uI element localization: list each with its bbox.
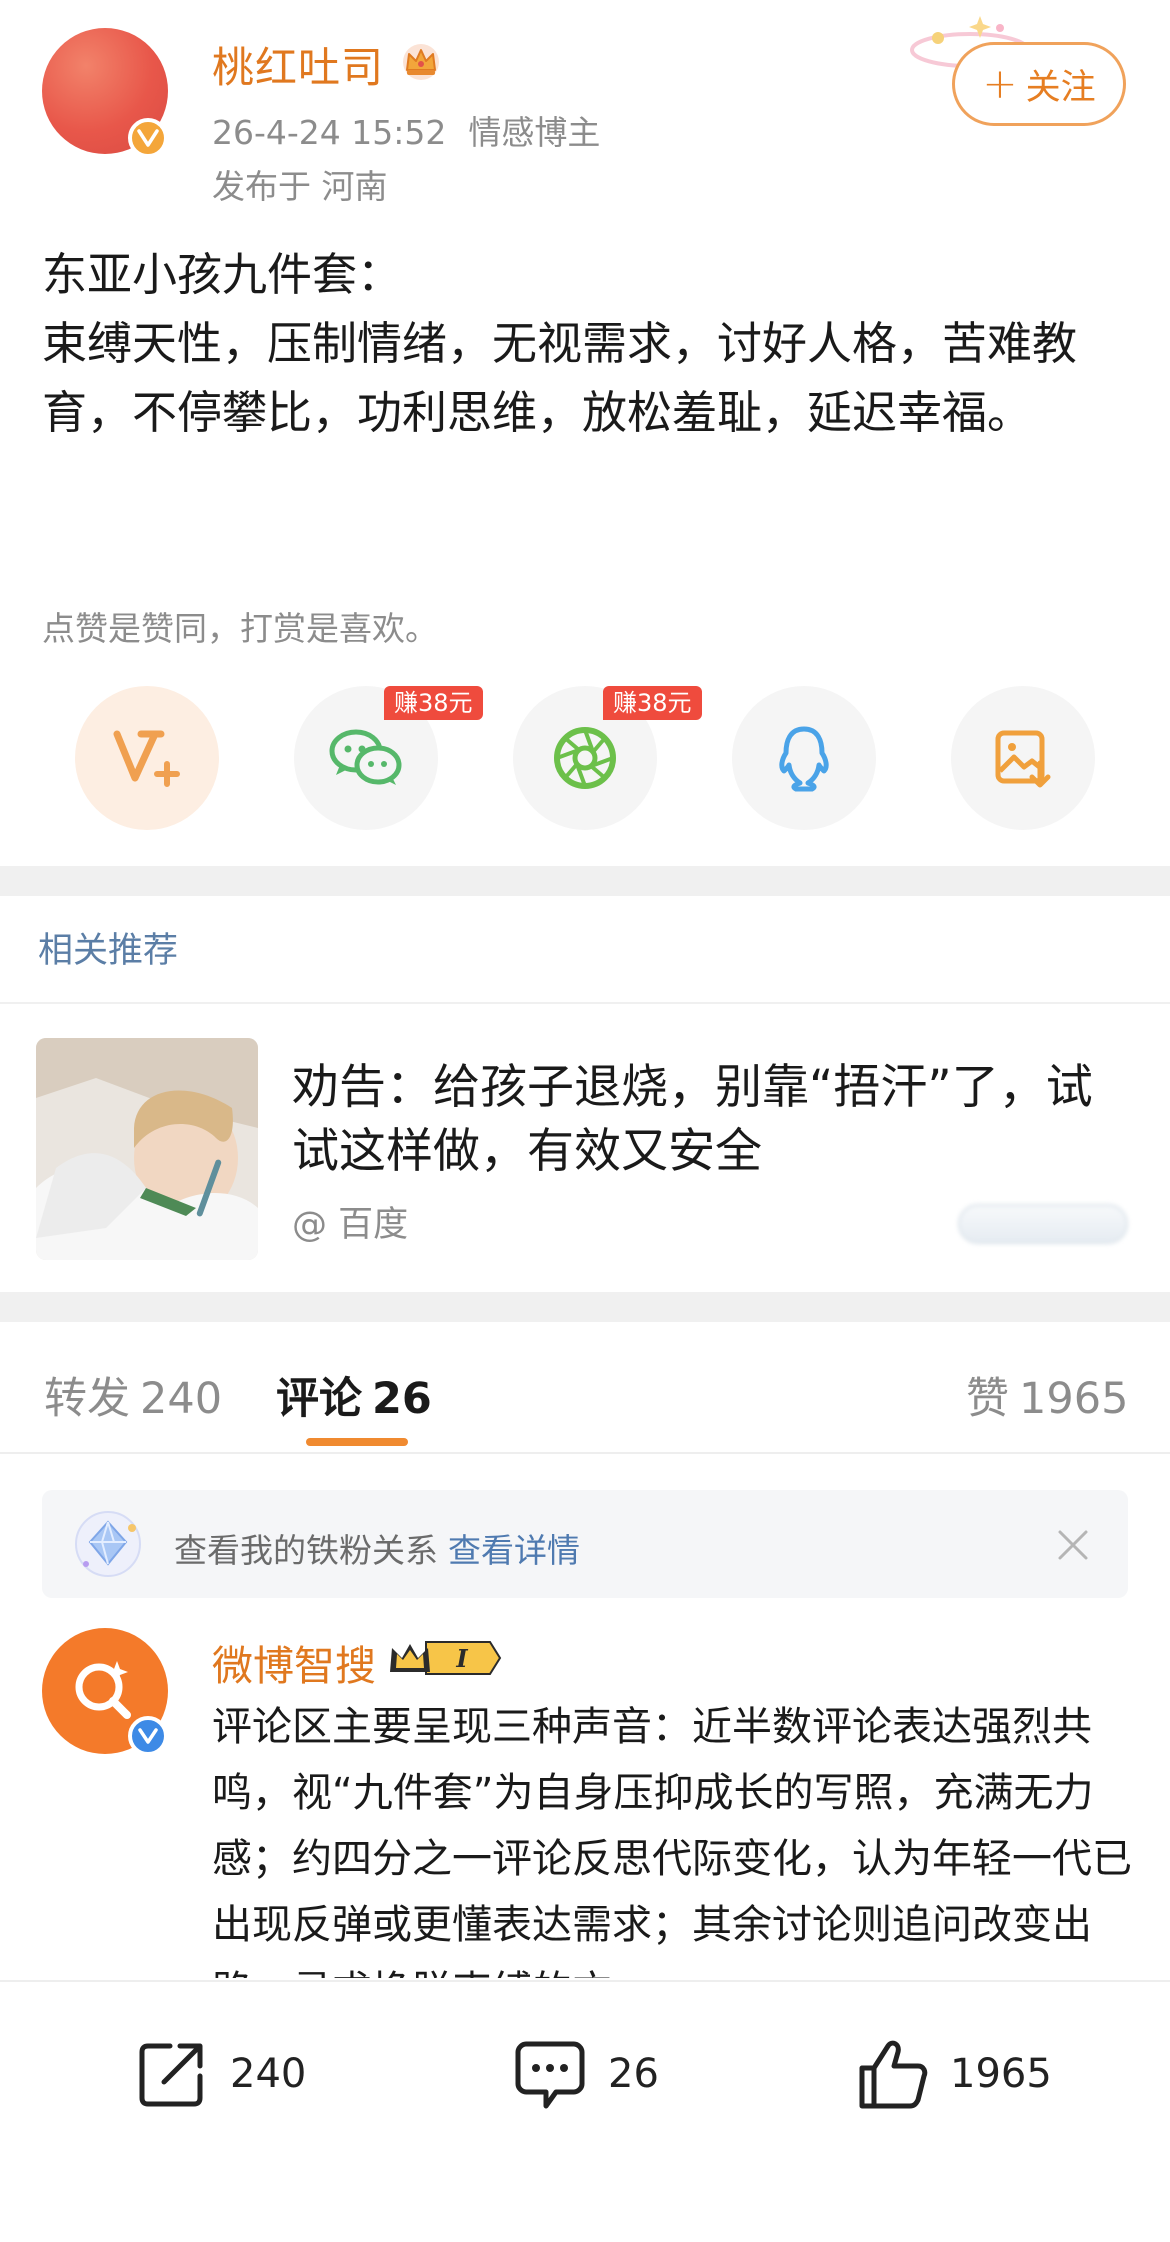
divider [0, 1002, 1170, 1004]
post-header: 桃红吐司 26-4-24 15:52 情感博主 发布于 河南 + 关注 [0, 0, 1170, 220]
verified-badge-icon [128, 118, 168, 158]
repost-count: 240 [230, 2051, 307, 2097]
fan-banner-text: 查看我的铁粉关系 查看详情 [174, 1524, 580, 1572]
v-plus-icon [113, 730, 180, 787]
share-arrow-icon [139, 2043, 203, 2107]
tab-label: 评论 [276, 1374, 362, 1424]
tab-count: 1965 [1019, 1374, 1129, 1424]
post-meta: 26-4-24 15:52 情感博主 [212, 106, 600, 154]
tab-label: 赞 [966, 1374, 1009, 1424]
repost-action-button[interactable]: 240 [134, 2034, 306, 2114]
fan-banner-label: 查看我的铁粉关系 [174, 1531, 438, 1570]
close-icon[interactable] [1054, 1526, 1092, 1564]
verified-blue-badge-icon [128, 1716, 168, 1756]
tab-count: 240 [140, 1374, 223, 1424]
bottom-action-bar: 240 26 1965 [0, 1980, 1170, 2242]
comment-bubble-icon [515, 2041, 585, 2109]
comment-text: 评论区主要呈现三种声音：近半数评论表达强烈共鸣，视“九件套”为自身压抑成长的写照… [212, 1704, 1132, 1978]
post-timestamp: 26-4-24 15:52 [212, 113, 447, 152]
tab-repost[interactable]: 转发 240 [44, 1364, 222, 1426]
post-line: 东亚小孩九件套： [42, 248, 403, 301]
level-badge-text: I [455, 1644, 468, 1673]
earn-tag: 赚38元 [603, 686, 702, 720]
interaction-tabs: 转发 240 评论 26 赞 1965 [0, 1322, 1170, 1454]
post-line: 束缚天性，压制情绪，无视需求，讨好人格，苦难教育，不停攀比，功利思维，放松羞耻，… [42, 317, 1078, 439]
save-image-button[interactable] [951, 686, 1095, 830]
comment-count: 26 [608, 2051, 659, 2097]
tab-count: 26 [372, 1374, 432, 1424]
related-section-title: 相关推荐 [38, 931, 179, 971]
plus-icon: + [982, 59, 1018, 108]
tab-like[interactable]: 赞 1965 [966, 1364, 1128, 1426]
blurred-action-button[interactable] [958, 1204, 1128, 1244]
recommendation-source: @ 百度 [292, 1205, 409, 1245]
post-location: 发布于 河南 [212, 167, 388, 206]
tab-comment[interactable]: 评论 26 [276, 1364, 432, 1426]
search-sparkle-icon [75, 1661, 131, 1719]
crown-icon [403, 44, 439, 80]
qq-icon [779, 726, 829, 792]
recommendation-headline[interactable]: 劝告：给孩子退烧，别靠“捂汗”了，试试这样做，有效又安全 [292, 1056, 1132, 1184]
recommendation-thumbnail[interactable] [36, 1038, 258, 1260]
wechat-icon [329, 729, 402, 785]
like-count: 1965 [950, 2051, 1052, 2097]
fan-relation-banner: 查看我的铁粉关系 查看详情 [42, 1490, 1128, 1598]
like-action-button[interactable]: 1965 [854, 2034, 1052, 2114]
comment-action-button[interactable]: 26 [512, 2034, 659, 2114]
membership-crown-badge-icon: I [390, 1641, 502, 1675]
section-gap [0, 1292, 1170, 1322]
active-tab-indicator [306, 1438, 408, 1446]
reward-note: 点赞是赞同，打赏是喜欢。 [42, 609, 438, 648]
save-image-icon [995, 730, 1051, 788]
follow-button[interactable]: + 关注 [952, 42, 1126, 126]
section-gap [0, 866, 1170, 896]
commenter-name[interactable]: 微博智搜 [212, 1632, 376, 1692]
thumbs-up-icon [859, 2040, 928, 2109]
diamond-icon [75, 1511, 141, 1577]
author-name[interactable]: 桃红吐司 [212, 34, 384, 95]
moments-icon [554, 727, 616, 789]
child-photo-image [36, 1038, 258, 1260]
share-row: 赚38元 赚38元 [0, 686, 1170, 830]
divider [0, 1452, 1170, 1454]
follow-label: 关注 [1025, 67, 1096, 108]
tab-label: 转发 [44, 1374, 130, 1424]
share-qq-button[interactable] [732, 686, 876, 830]
post-source: 情感博主 [468, 113, 601, 152]
fan-detail-link[interactable]: 查看详情 [448, 1531, 580, 1570]
post-content: 东亚小孩九件套： 束缚天性，压制情绪，无视需求，讨好人格，苦难教育，不停攀比，功… [42, 240, 1132, 447]
reward-button[interactable] [75, 686, 219, 830]
earn-tag: 赚38元 [384, 686, 483, 720]
